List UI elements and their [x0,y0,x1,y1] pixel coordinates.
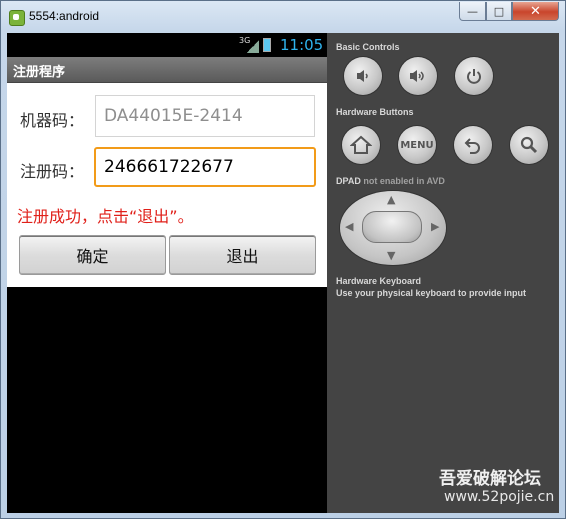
watermark-title: 吾爱破解论坛 [439,469,541,489]
registration-form: 机器码： DA44015E-2414 注册码： 246661722677 注册成… [7,83,327,287]
volume-down-icon[interactable] [344,57,382,95]
dpad-down-icon[interactable]: ▼ [387,249,395,262]
reg-code-input[interactable]: 246661722677 [94,147,316,187]
emulator-window: 5554:android — □ ✕ 3G 11:05 注册程序 机器码： DA… [0,0,566,519]
dpad-right-icon[interactable]: ▶ [431,220,439,233]
battery-icon [263,38,271,52]
app-title: 注册程序 [13,65,66,80]
status-bar: 3G 11:05 [7,33,327,57]
watermark-url: www.52pojie.cn [444,489,555,505]
app-title-bar: 注册程序 [7,57,327,83]
title-bar[interactable]: 5554:android — □ ✕ [1,1,566,33]
phone-screen: 3G 11:05 注册程序 机器码： DA44015E-2414 注册码： 24… [7,33,327,513]
close-button[interactable]: ✕ [512,2,559,21]
hardware-keyboard-note: Use your physical keyboard to provide in… [336,288,527,298]
status-time: 11:05 [280,36,324,54]
maximize-button[interactable]: □ [486,2,512,21]
machine-code-label: 机器码： [20,111,85,130]
volume-up-icon[interactable] [399,57,437,95]
search-icon[interactable] [510,126,548,164]
power-icon[interactable] [455,57,493,95]
android-icon [9,10,25,26]
basic-controls-title: Basic Controls [336,42,400,52]
ok-button[interactable]: 确定 [19,235,166,275]
dpad-center-button[interactable] [362,211,422,243]
dpad-title-label: DPAD [336,176,361,186]
hardware-buttons-title: Hardware Buttons [336,107,414,117]
emulator-client: 3G 11:05 注册程序 机器码： DA44015E-2414 注册码： 24… [7,33,559,513]
dpad-left-icon[interactable]: ◀ [345,220,353,233]
exit-button[interactable]: 退出 [169,235,316,275]
home-icon[interactable] [342,126,380,164]
dpad-note: not enabled in AVD [363,176,445,186]
emulator-controls-panel: Basic Controls Hardware Buttons MENU DPA… [327,33,559,513]
signal-icon: 3G [239,36,259,53]
dpad-title: DPAD not enabled in AVD [336,176,445,186]
minimize-button[interactable]: — [459,2,486,21]
dpad-up-icon[interactable]: ▲ [387,193,395,206]
dpad[interactable]: ▲ ▼ ◀ ▶ [340,191,446,265]
hardware-keyboard-title: Hardware Keyboard [336,276,422,286]
window-title: 5554:android [29,9,100,23]
back-icon[interactable] [454,126,492,164]
reg-code-label: 注册码： [20,162,85,181]
menu-icon[interactable]: MENU [398,126,436,164]
status-message: 注册成功，点击“退出”。 [17,207,194,226]
machine-code-field[interactable]: DA44015E-2414 [95,95,315,137]
